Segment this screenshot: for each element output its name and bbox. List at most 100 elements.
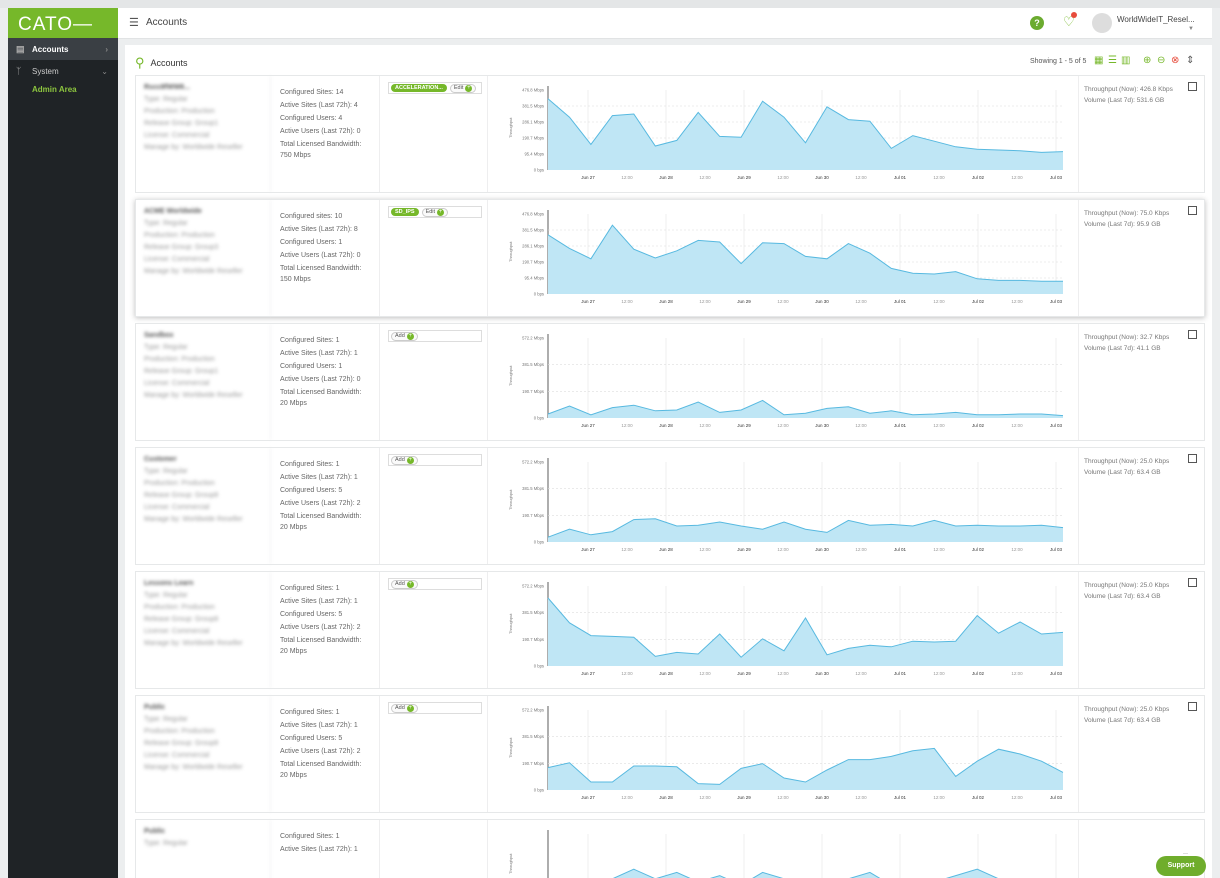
user-menu-caret-icon[interactable]: ▼ [1188,26,1194,32]
row-select-checkbox[interactable] [1188,82,1197,91]
button-label: Add [395,333,405,339]
notification-dot [1071,12,1077,18]
throughput-summary: Throughput (Now): 426.8 Kbps Volume (Last… [1078,76,1204,192]
tags-field[interactable]: ACCELERATION... Edit + [388,82,482,94]
account-row[interactable]: Customer Type: Regular Production: Product… [135,447,1205,565]
throughput-chart[interactable]: Jun 2712:00Jun 2812:00Jun 2912:00Jun 301… [488,76,1079,192]
remove-circle-icon[interactable]: ⊖ [1157,55,1165,66]
account-row[interactable]: Public Type: Regular Configured Sites: 1 Ac… [135,819,1205,878]
add-tag-button[interactable]: Add + [391,455,418,465]
account-identity: Rscc8fWW8... Type: Regular Production: Pro… [136,76,271,192]
stat-line: Configured Sites: 14 [280,89,344,96]
account-name[interactable]: Rscc8fWW8... [144,82,270,94]
x-tick-label: 12:00 [855,299,867,304]
x-tick-label: 12:00 [933,547,945,552]
tags-field[interactable]: Add + [388,578,482,590]
throughput-chart[interactable]: Jun 2712:00Jun 2812:00Jun 2912:00Jun 301… [488,572,1079,688]
x-tick-label: Jul 03 [1050,175,1063,180]
row-select-checkbox[interactable] [1188,578,1197,587]
y-tick-label: 476.8 Mbps [522,212,544,217]
x-tick-label: Jul 02 [972,671,985,676]
y-tick-label: 0 bps [534,664,544,669]
account-name[interactable]: Public [144,702,270,714]
throughput-summary: Throughput (Now): 32.7 Kbps Volume (Last … [1078,324,1204,440]
account-name[interactable]: Sandbox [144,330,270,342]
search-icon[interactable]: ⚲ [135,55,145,71]
top-header: ☰ Accounts ? ♡ WorldWideIT_Resel... ▼ [118,8,1212,39]
y-tick-label: 190.7 Mbps [522,761,544,766]
account-identity: Sandbox Type: Regular Production: Producti… [136,324,271,440]
volume-value: Volume (Last 7d): 63.4 GB [1084,469,1161,476]
row-select-checkbox[interactable] [1188,702,1197,711]
support-button[interactable]: Support [1156,856,1206,876]
chart-svg: Jun 2712:00Jun 2812:00Jun 2912:00Jun 301… [508,86,1064,180]
sidebar-item-accounts[interactable]: ▤ Accounts › [8,38,118,60]
sidebar-item-admin-area[interactable]: Admin Area [8,82,118,98]
row-select-checkbox[interactable] [1188,206,1197,215]
stat-line: Total Licensed Bandwidth: [280,141,362,148]
add-tag-button[interactable]: Add + [391,703,418,713]
account-name[interactable]: Lessons Learn [144,578,270,590]
avatar[interactable] [1092,13,1112,33]
cato-logo[interactable]: CATO— [8,8,118,38]
y-tick-label: 95.4 Mbps [524,152,544,157]
account-detail: Release Group: Group8 [144,492,219,499]
throughput-chart[interactable]: Jun 2712:00Jun 2812:00Jun 2912:00Jun 301… [488,820,1079,878]
x-tick-label: 12:00 [855,423,867,428]
chevron-right-icon: › [105,44,108,54]
stat-line: Active Sites (Last 72h): 8 [280,226,358,233]
account-row[interactable]: Rscc8fWW8... Type: Regular Production: Pro… [135,75,1205,193]
y-tick-label: 381.5 Mbps [522,362,544,367]
account-detail: Type: Regular [144,592,188,599]
edit-tag-button[interactable]: Edit + [421,207,449,217]
panel-title: Accounts [150,58,188,68]
throughput-value: Throughput (Now): 25.0 Kbps [1084,458,1170,465]
hamburger-menu-icon[interactable]: ☰ [129,16,139,29]
stat-line: Configured Users: 4 [280,115,343,122]
tags-field[interactable]: Add + [388,702,482,714]
help-icon[interactable]: ? [1030,16,1044,30]
grid-view-icon[interactable]: ▦ [1094,55,1103,66]
x-tick-label: 12:00 [1011,423,1023,428]
delete-circle-icon[interactable]: ⊗ [1171,55,1179,66]
tags-field[interactable]: SD_IPS Edit + [388,206,482,218]
row-select-checkbox[interactable] [1188,454,1197,463]
throughput-chart[interactable]: Jun 2712:00Jun 2812:00Jun 2912:00Jun 301… [488,696,1079,812]
x-tick-label: 12:00 [1011,795,1023,800]
y-tick-label: 476.8 Mbps [522,88,544,93]
edit-tag-button[interactable]: Edit + [449,83,477,93]
account-row[interactable]: ACME Worldwide Type: Regular Production: P… [135,199,1205,317]
row-select-checkbox[interactable] [1188,330,1197,339]
sort-icon[interactable]: ⇕ [1186,55,1194,66]
x-tick-label: 12:00 [855,547,867,552]
account-row[interactable]: Sandbox Type: Regular Production: Producti… [135,323,1205,441]
account-name[interactable]: ACME Worldwide [144,206,270,218]
tags-field[interactable]: Add + [388,330,482,342]
throughput-chart[interactable]: Jun 2712:00Jun 2812:00Jun 2912:00Jun 301… [488,448,1079,564]
throughput-chart[interactable]: Jun 2712:00Jun 2812:00Jun 2912:00Jun 301… [488,324,1079,440]
throughput-area [548,225,1063,294]
volume-value: Volume (Last 7d): 41.1 GB [1084,345,1161,352]
x-tick-label: Jul 01 [894,795,907,800]
add-tag-button[interactable]: Add + [391,579,418,589]
account-stats: Configured Sites: 1 Active Sites (Last 72… [271,572,380,688]
chart-svg: Jun 2712:00Jun 2812:00Jun 2912:00Jun 301… [508,706,1064,800]
add-tag-button[interactable]: Add + [391,331,418,341]
account-row[interactable]: Lessons Learn Type: Regular Production: Pr… [135,571,1205,689]
x-tick-label: 12:00 [699,299,711,304]
account-detail: License: Commercial [144,256,210,263]
user-name[interactable]: WorldWideIT_Resel... [1117,15,1195,24]
stat-line: Configured Users: 5 [280,735,343,742]
sidebar-item-system[interactable]: ᛉ System ⌄ [8,60,118,82]
account-row[interactable]: Public Type: Regular Production: Productio… [135,695,1205,813]
throughput-chart[interactable]: Jun 2712:00Jun 2812:00Jun 2912:00Jun 301… [488,200,1079,316]
add-circle-icon[interactable]: ⊕ [1143,55,1151,66]
account-detail: License: Commercial [144,132,210,139]
chart-svg: Jun 2712:00Jun 2812:00Jun 2912:00Jun 301… [508,830,1057,878]
tags-field[interactable]: Add + [388,454,482,466]
account-name[interactable]: Public [144,826,270,838]
account-name[interactable]: Customer [144,454,270,466]
table-view-icon[interactable]: ▥ [1121,55,1130,66]
list-view-icon[interactable]: ☰ [1108,55,1117,66]
throughput-summary: Throughput (Now): 25.0 Kbps Volume (Last … [1078,696,1204,812]
